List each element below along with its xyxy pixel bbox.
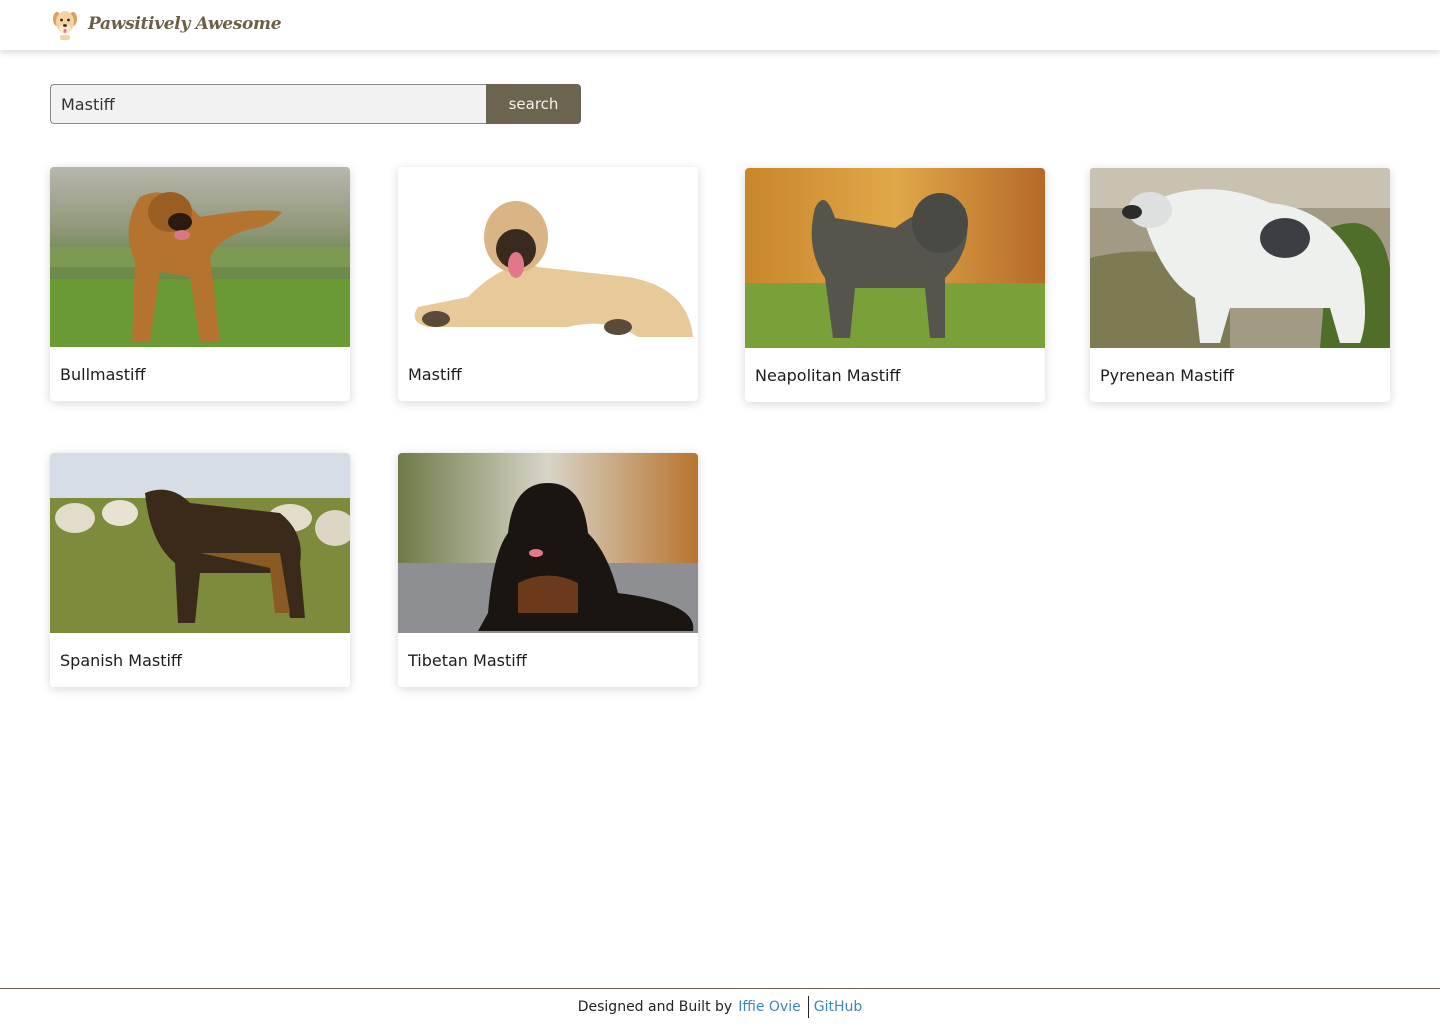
breed-name: Spanish Mastiff: [60, 651, 182, 670]
site-header: Pawsitively Awesome: [0, 0, 1440, 50]
footer-credit: Designed and Built by: [577, 998, 733, 1015]
breed-name: Neapolitan Mastiff: [755, 366, 901, 385]
breed-card-spanish-mastiff[interactable]: Spanish Mastiff: [50, 453, 350, 687]
search-input[interactable]: [50, 84, 486, 124]
dog-photo: [398, 167, 698, 347]
dog-photo: [745, 168, 1045, 348]
breed-card-tibetan-mastiff[interactable]: Tibetan Mastiff: [398, 453, 698, 687]
site-footer: Designed and Built by Iffie Ovie GitHub: [0, 988, 1440, 1024]
dog-photo: [50, 167, 350, 347]
dog-photo: [50, 453, 350, 633]
github-link[interactable]: GitHub: [814, 999, 863, 1015]
footer-divider: [807, 995, 809, 1018]
brand-title[interactable]: Pawsitively Awesome: [88, 14, 282, 34]
breed-name: Mastiff: [408, 365, 462, 384]
breed-card-neapolitan-mastiff[interactable]: Neapolitan Mastiff: [745, 168, 1045, 402]
search-bar: search: [50, 84, 581, 124]
breed-card-pyrenean-mastiff[interactable]: Pyrenean Mastiff: [1090, 168, 1390, 402]
breed-name: Pyrenean Mastiff: [1100, 366, 1234, 385]
breed-card-bullmastiff[interactable]: Bullmastiff: [50, 167, 350, 401]
search-button[interactable]: search: [486, 84, 581, 124]
author-link[interactable]: Iffie Ovie: [738, 999, 801, 1015]
dog-photo: [1090, 168, 1390, 348]
dog-photo: [398, 453, 698, 633]
breed-card-mastiff[interactable]: Mastiff: [398, 167, 698, 401]
breed-name: Tibetan Mastiff: [408, 651, 527, 670]
breed-name: Bullmastiff: [60, 365, 146, 384]
dog-logo-icon[interactable]: [52, 8, 78, 40]
